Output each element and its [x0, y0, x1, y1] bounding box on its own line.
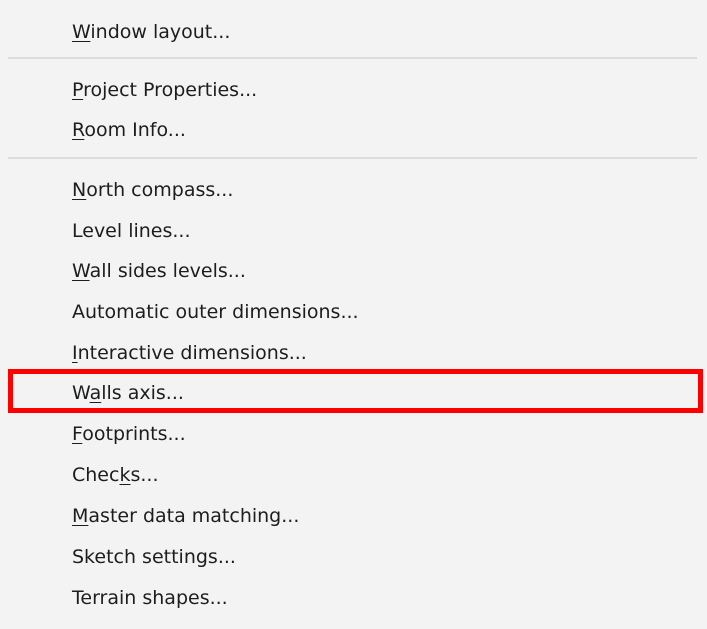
- menu-item-label: Chec: [72, 464, 120, 486]
- menu-item-interactive-dimensions[interactable]: Interactive dimensions...: [72, 333, 307, 373]
- menu-item-label: orth compass...: [86, 179, 234, 201]
- menu-item-checks[interactable]: Checks...: [72, 455, 159, 495]
- menu-item-label: indow layout...: [90, 21, 231, 43]
- menu-item-north-compass[interactable]: North compass...: [72, 170, 233, 210]
- menu-item-project-properties[interactable]: Project Properties...: [72, 70, 257, 110]
- menu-item-wall-sides-levels[interactable]: Wall sides levels...: [72, 251, 246, 291]
- menu-item-automatic-outer-dimensions[interactable]: Automatic outer dimensions...: [72, 292, 359, 332]
- menu-item-label: lls axis...: [101, 382, 184, 404]
- menu-item-label: aster data matching...: [88, 505, 300, 527]
- access-key: M: [72, 505, 89, 527]
- access-key: F: [72, 423, 83, 445]
- menu-item-master-data-matching[interactable]: Master data matching...: [72, 496, 299, 536]
- menu-item-label: all sides levels...: [89, 260, 246, 282]
- menu-separator: [8, 157, 697, 159]
- access-key: W: [72, 21, 91, 43]
- menu-separator: [8, 57, 697, 59]
- menu-item-sketch-settings[interactable]: Sketch settings...: [72, 537, 236, 577]
- menu-item-footprints[interactable]: Footprints...: [72, 414, 186, 454]
- menu-item-label: W: [72, 382, 90, 404]
- menu-item-walls-axis[interactable]: Walls axis...: [72, 373, 184, 413]
- access-key: a: [89, 382, 102, 404]
- context-menu: Window layout... Project Properties... R…: [0, 0, 707, 629]
- menu-item-label: roject Properties...: [83, 79, 258, 101]
- menu-item-room-info[interactable]: Room Info...: [72, 110, 186, 150]
- menu-item-window-layout[interactable]: Window layout...: [72, 12, 230, 52]
- menu-item-label: oom Info...: [84, 119, 186, 141]
- access-key: N: [72, 179, 87, 201]
- menu-item-label: ootprints...: [82, 423, 186, 445]
- menu-item-label: Level lines...: [72, 220, 191, 242]
- access-key: P: [72, 79, 84, 101]
- menu-item-label: s...: [130, 464, 159, 486]
- access-key: W: [72, 260, 90, 282]
- menu-item-terrain-shapes[interactable]: Terrain shapes...: [72, 578, 228, 618]
- menu-item-label: Automatic outer dimensions...: [72, 301, 359, 323]
- menu-item-label: Terrain shapes...: [72, 587, 228, 609]
- access-key: R: [72, 119, 85, 141]
- menu-item-level-lines[interactable]: Level lines...: [72, 211, 191, 251]
- menu-item-label: nteractive dimensions...: [77, 342, 307, 364]
- menu-item-label: Sketch settings...: [72, 546, 236, 568]
- access-key: k: [119, 464, 131, 486]
